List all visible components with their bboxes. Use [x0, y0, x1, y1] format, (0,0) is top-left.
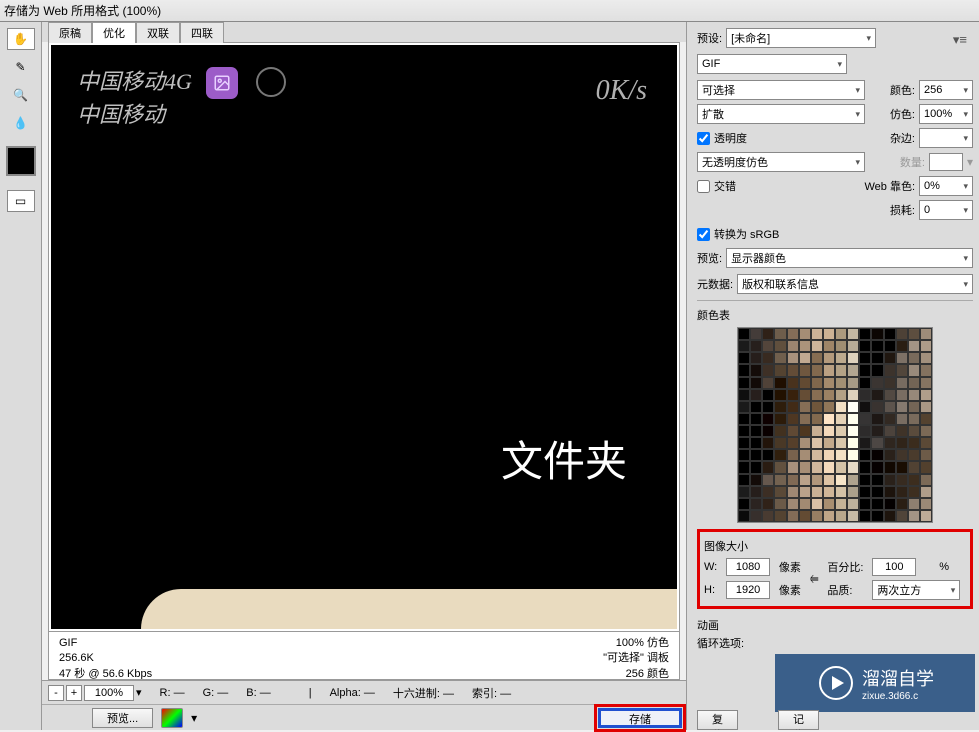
- readout-b: B: —: [246, 687, 270, 699]
- readout-alpha: Alpha: —: [330, 687, 375, 699]
- trans-dither-select[interactable]: 无透明度仿色: [697, 152, 865, 172]
- stat-time: 47 秒 @ 56.6 Kbps: [59, 667, 152, 680]
- web-snap-select[interactable]: 0%: [919, 176, 973, 196]
- transparency-checkbox[interactable]: [697, 132, 710, 145]
- tab-2up[interactable]: 双联: [136, 22, 180, 43]
- height-input[interactable]: [726, 581, 770, 599]
- width-input[interactable]: [726, 558, 770, 576]
- browser-icon[interactable]: [161, 708, 183, 728]
- gallery-icon: [206, 67, 238, 99]
- stat-format: GIF: [59, 636, 152, 651]
- readout-index: 索引: —: [472, 685, 511, 701]
- image-size-section: 图像大小 W: 像素 ⥢ 百分比: % H: 像素 品质: 两次立方: [697, 529, 973, 609]
- preview-canvas[interactable]: 中国移动4G 中国移动 0K/s 文件夹: [51, 45, 677, 629]
- stat-palette: "可选择" 调板: [603, 651, 669, 666]
- srgb-checkbox[interactable]: [697, 228, 710, 241]
- dither-method-select[interactable]: 扩散: [697, 104, 865, 124]
- image-stats: GIF 256.6K 47 秒 @ 56.6 Kbps 100% 仿色 "可选择…: [49, 631, 679, 679]
- carrier-line-1: 中国移动4G: [77, 65, 192, 98]
- hand-tool[interactable]: ✋: [7, 28, 35, 50]
- quality-select[interactable]: 两次立方: [872, 580, 960, 600]
- chevron-down-icon[interactable]: ▾: [191, 711, 197, 725]
- animation-label: 动画: [697, 617, 973, 633]
- zoom-in-button[interactable]: +: [66, 685, 82, 701]
- speed-indicator: 0K/s: [596, 75, 647, 107]
- eyedropper-tool[interactable]: 💧: [7, 112, 35, 134]
- matte-select[interactable]: [919, 128, 973, 148]
- slice-tool[interactable]: ✎: [7, 56, 35, 78]
- tab-4up[interactable]: 四联: [180, 22, 224, 43]
- settings-panel: ▾≡ 预设: [未命名] GIF 可选择 颜色: 256 扩散 仿色: 100%…: [687, 22, 979, 730]
- preview-profile-select[interactable]: 显示器颜色: [726, 248, 973, 268]
- tool-palette: ✋ ✎ 🔍 💧 ▭: [0, 22, 42, 730]
- tab-original[interactable]: 原稿: [48, 22, 92, 43]
- dither-amount[interactable]: 100%: [919, 104, 973, 124]
- color-table[interactable]: [737, 327, 933, 523]
- zoom-out-button[interactable]: -: [48, 685, 64, 701]
- readout-g: G: —: [203, 687, 229, 699]
- preview-button[interactable]: 预览...: [92, 708, 153, 728]
- readout-r: R: —: [160, 687, 185, 699]
- palette-select[interactable]: 可选择: [697, 80, 865, 100]
- zoom-input[interactable]: [84, 685, 134, 701]
- format-select[interactable]: GIF: [697, 54, 847, 74]
- folder-label: 文件夹: [501, 428, 627, 489]
- color-table-label: 颜色表: [697, 307, 973, 323]
- amount-field: [929, 153, 963, 171]
- foreground-color[interactable]: [6, 146, 36, 176]
- flyout-menu-icon[interactable]: ▾≡: [953, 32, 967, 48]
- percent-input[interactable]: [872, 558, 916, 576]
- save-button[interactable]: 存储: [598, 708, 682, 728]
- preview-tabs: 原稿 优化 双联 四联: [42, 22, 686, 42]
- zoom-tool[interactable]: 🔍: [7, 84, 35, 106]
- preset-label: 预设:: [697, 30, 722, 46]
- toggle-visibility[interactable]: ▭: [7, 190, 35, 212]
- window-title: 存储为 Web 所用格式 (100%): [4, 2, 161, 19]
- colors-select[interactable]: 256: [919, 80, 973, 100]
- stat-dither: 100% 仿色: [603, 636, 669, 651]
- interlace-checkbox[interactable]: [697, 180, 710, 193]
- readout-hex: 十六进制: —: [393, 685, 454, 701]
- stat-colors: 256 颜色: [603, 667, 669, 680]
- chevron-down-icon[interactable]: ▾: [136, 686, 142, 699]
- clock-icon: [256, 67, 286, 97]
- stat-size: 256.6K: [59, 651, 152, 666]
- metadata-select[interactable]: 版权和联系信息: [737, 274, 973, 294]
- tab-optimized[interactable]: 优化: [92, 22, 136, 43]
- carrier-line-2: 中国移动: [77, 98, 192, 131]
- remember-button[interactable]: 记住: [778, 710, 819, 730]
- preset-select[interactable]: [未命名]: [726, 28, 876, 48]
- lossy-select[interactable]: 0: [919, 200, 973, 220]
- reset-button[interactable]: 复位: [697, 710, 738, 730]
- watermark-logo: 溜溜自学 zixue.3d66.c: [775, 654, 975, 712]
